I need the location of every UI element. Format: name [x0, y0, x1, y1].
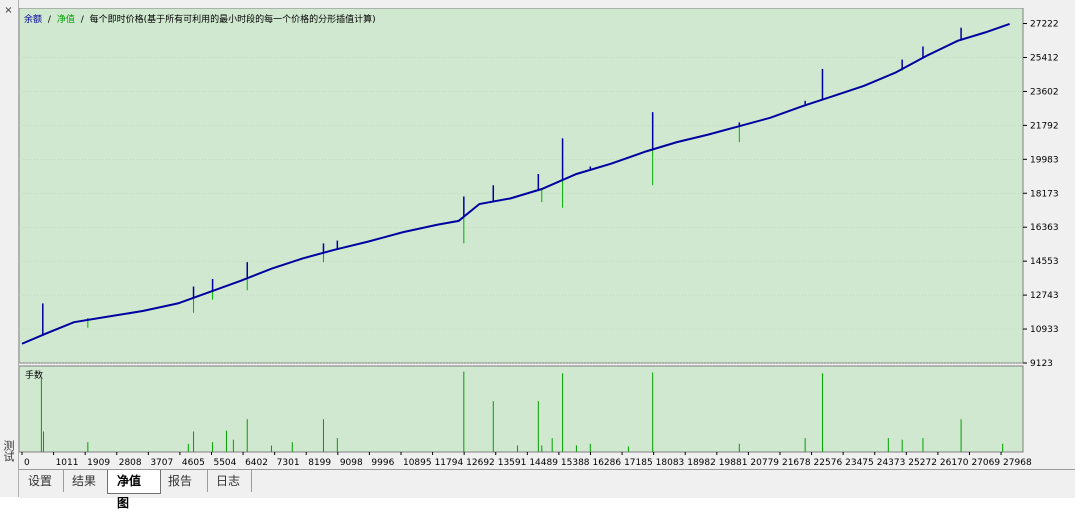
legend-separator-1: /: [48, 15, 52, 25]
y-tick-label-8: 12743: [1030, 291, 1059, 301]
x-tick-label-23: 20779: [750, 458, 779, 468]
tab-1[interactable]: 结果: [63, 470, 108, 492]
x-tick-label-31: 27968: [1003, 458, 1032, 468]
y-tick-label-0: 27222: [1030, 20, 1059, 30]
x-tick-label-18: 16286: [592, 458, 621, 468]
y-tick-label-1: 25412: [1030, 53, 1059, 63]
y-tick-label-2: 23602: [1030, 87, 1059, 97]
x-tick-label-0: 0: [24, 458, 30, 468]
x-tick-label-8: 7301: [277, 458, 300, 468]
tester-side-strip: × 测试: [0, 0, 19, 497]
y-tick-label-5: 18173: [1030, 189, 1059, 199]
price-axis: 27222 25412 23602 21792 19983 18173 16363 14553…: [1023, 20, 1059, 369]
tab-4[interactable]: 日志: [207, 470, 252, 492]
x-tick-label-28: 25272: [908, 458, 937, 468]
legend-balance-label: 余额: [24, 13, 42, 25]
x-tick-label-20: 18083: [656, 458, 685, 468]
tab-2[interactable]: 净值图: [107, 470, 161, 510]
x-tick-label-19: 17185: [624, 458, 653, 468]
x-tick-label-29: 26170: [940, 458, 969, 468]
y-tick-label-6: 16363: [1030, 223, 1059, 233]
x-tick-label-11: 9996: [371, 458, 394, 468]
equity-chart: 27222 25412 23602 21792 19983 18173 16363 14553…: [18, 7, 1059, 468]
x-tick-label-13: 11794: [435, 458, 464, 468]
x-tick-label-7: 6402: [245, 458, 268, 468]
x-tick-label-15: 13591: [498, 458, 527, 468]
svg-text:余额 / 净值: 余额 / 净值 / 每个即时价格(基于所有可利用的最小时段的每一个价格的分形插值…: [24, 13, 376, 25]
tab-3[interactable]: 报告: [159, 470, 208, 492]
y-tick-label-7: 14553: [1030, 257, 1059, 267]
x-tick-label-21: 18982: [687, 458, 716, 468]
strategy-tester-window: × 测试 27222 25412 23602 21792 19983 18173 16363…: [0, 0, 1075, 510]
y-tick-label-3: 21792: [1030, 121, 1059, 131]
lots-plot-background: [18, 365, 1024, 453]
x-tick-label-25: 22576: [814, 458, 843, 468]
chart-model-note: 每个即时价格(基于所有可利用的最小时段的每一个价格的分形插值计算): [90, 13, 376, 25]
close-icon[interactable]: ×: [3, 5, 14, 16]
tester-tab-bar: 设置 结果 净值图 报告 日志: [19, 469, 1075, 510]
tab-0[interactable]: 设置: [19, 470, 64, 492]
tester-side-title: 测试: [2, 440, 15, 462]
legend-separator-2: /: [81, 15, 85, 25]
x-tick-label-1: 1011: [56, 458, 79, 468]
x-tick-label-2: 1909: [87, 458, 110, 468]
main-plot-background: [18, 7, 1024, 364]
y-tick-label-4: 19983: [1030, 155, 1059, 165]
x-tick-label-14: 12692: [466, 458, 495, 468]
x-tick-label-30: 27069: [971, 458, 1000, 468]
x-tick-label-5: 4605: [182, 458, 205, 468]
x-tick-label-27: 24373: [877, 458, 906, 468]
x-tick-label-22: 19881: [719, 458, 748, 468]
x-tick-label-17: 15388: [561, 458, 590, 468]
lots-panel-title: 手数: [25, 369, 43, 381]
x-tick-label-26: 23475: [845, 458, 874, 468]
equity-chart-area: 27222 25412 23602 21792 19983 18173 16363 14553…: [18, 7, 1075, 468]
y-tick-label-10: 9123: [1030, 359, 1053, 369]
x-tick-label-16: 14489: [529, 458, 558, 468]
x-tick-label-12: 10895: [403, 458, 432, 468]
legend-equity-label: 净值: [57, 13, 75, 25]
x-tick-label-24: 21678: [782, 458, 811, 468]
x-tick-label-10: 9098: [340, 458, 363, 468]
time-axis: 0 1011 1909 2808 3707 4605 5504 6402 7301 8199 909…: [21, 452, 1032, 468]
x-tick-label-4: 3707: [150, 458, 173, 468]
x-tick-label-9: 8199: [308, 458, 331, 468]
x-tick-label-6: 5504: [213, 458, 236, 468]
y-tick-label-9: 10933: [1030, 325, 1059, 335]
x-tick-label-3: 2808: [119, 458, 142, 468]
